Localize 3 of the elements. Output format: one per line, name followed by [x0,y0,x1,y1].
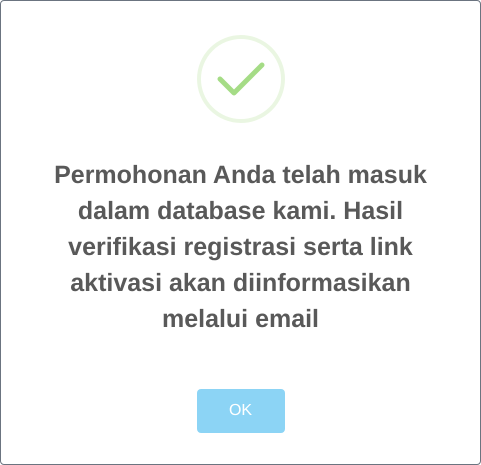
dialog-message: Permohonan Anda telah masuk dalam database kami. Hasil verifikasi registrasi serta link aktivasi akan diinformasikan melalui email [53,160,428,335]
success-icon [196,35,284,123]
ok-button[interactable]: OK [196,389,284,433]
